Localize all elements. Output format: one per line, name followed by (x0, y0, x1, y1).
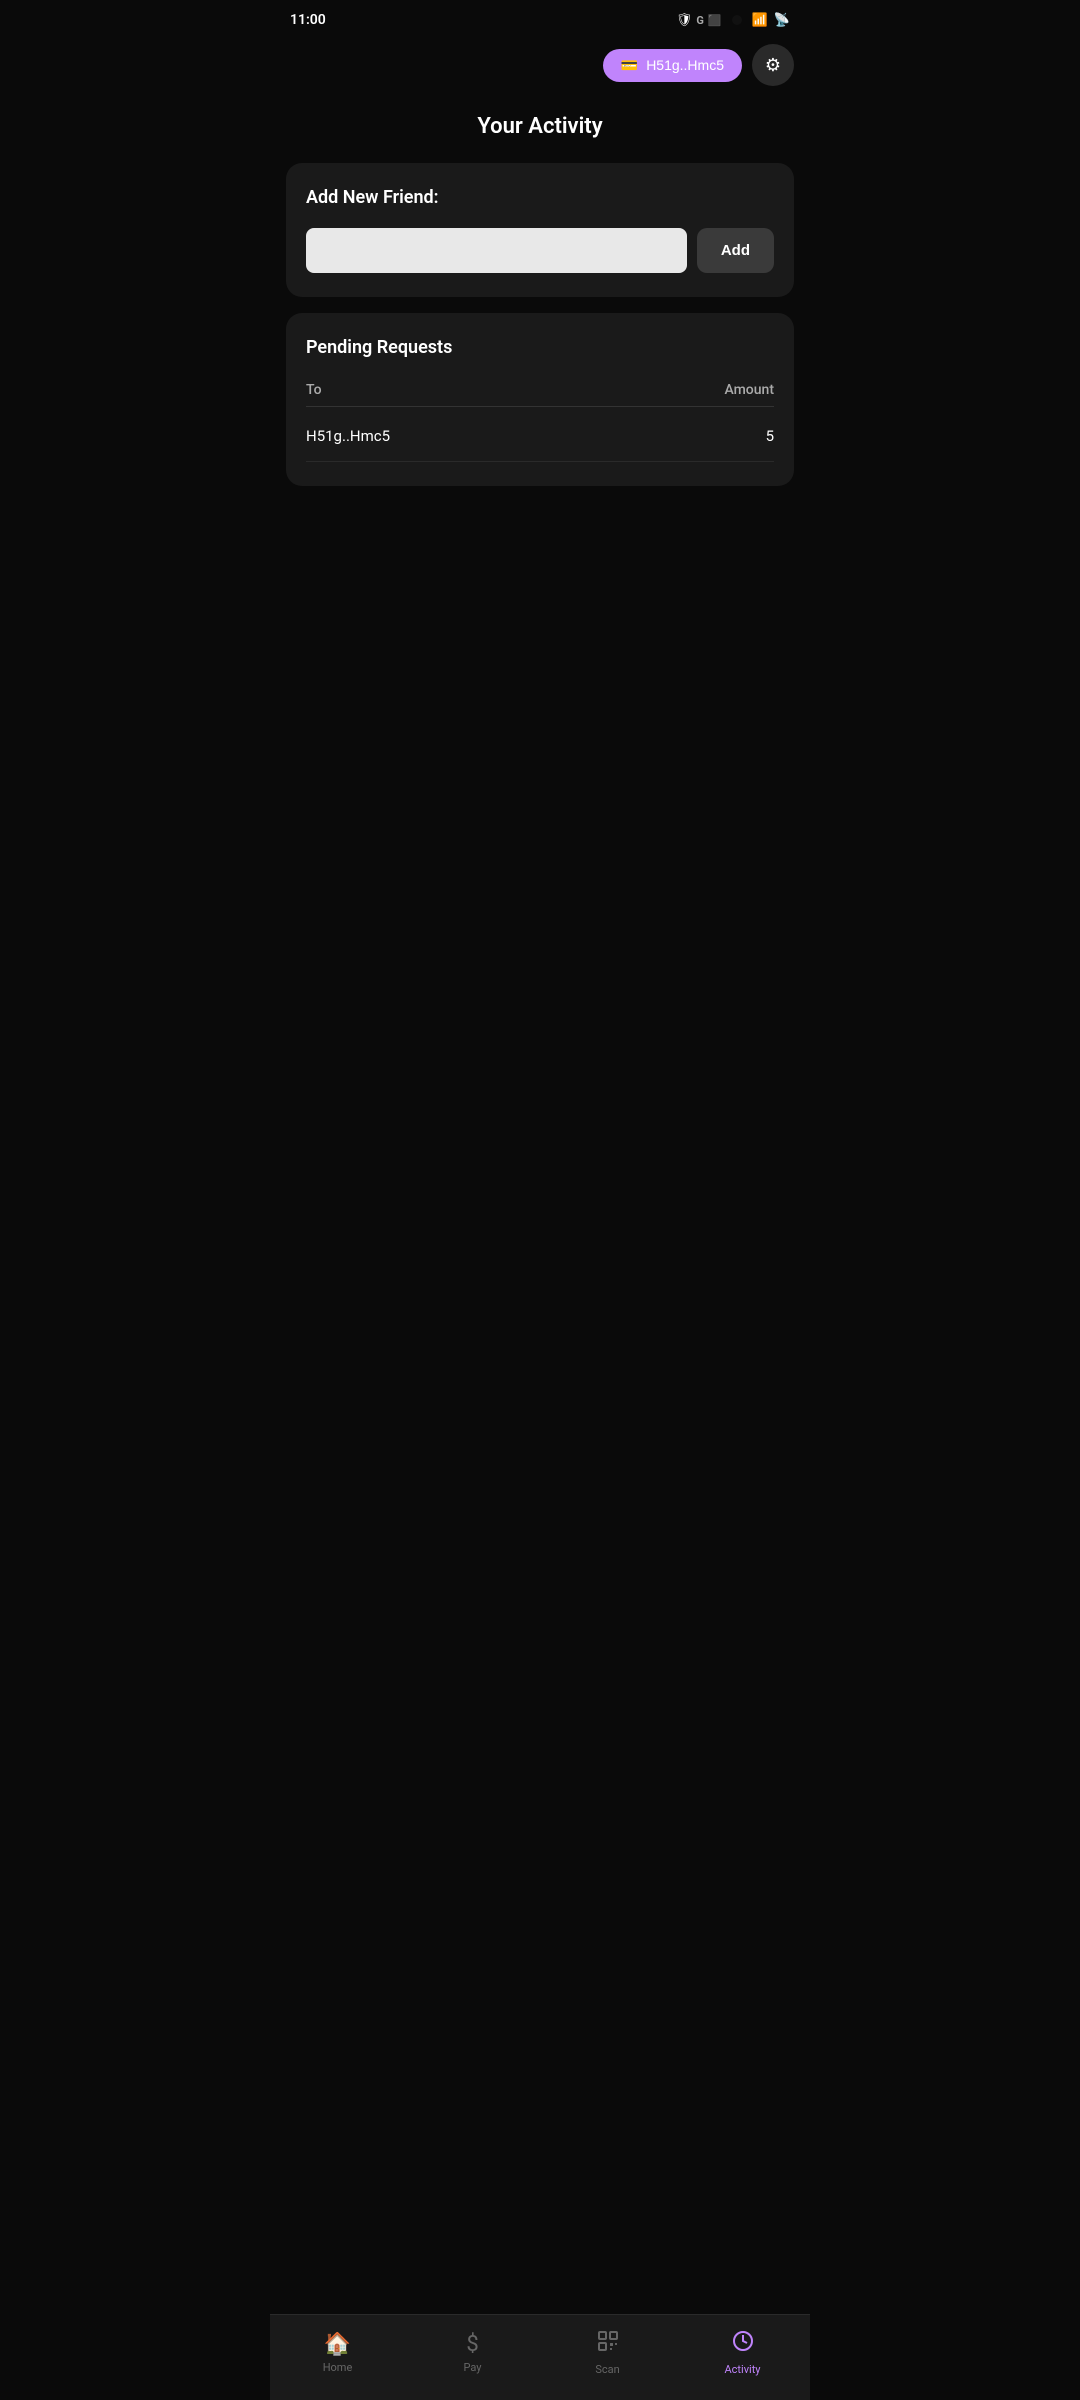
status-bar: 11:00 🛡 G ⬛ 📶 📡 (270, 0, 810, 36)
notification-icons: 🛡 G ⬛ (676, 13, 722, 28)
top-bar: 💳 H51g..Hmc5 ⚙ (270, 36, 810, 94)
row-amount: 5 (766, 427, 774, 445)
nav-item-home[interactable]: 🏠 Home (270, 2328, 405, 2378)
bottom-nav: 🏠 Home $ Pay Scan Activity (270, 2314, 810, 2400)
g-icon: G (696, 14, 704, 27)
home-icon: 🏠 (324, 2332, 351, 2357)
add-friend-row: Add (306, 228, 774, 273)
nav-label-scan: Scan (595, 2363, 619, 2376)
settings-button[interactable]: ⚙ (752, 44, 794, 86)
camera-dot (732, 15, 742, 25)
nav-item-activity[interactable]: Activity (675, 2325, 810, 2380)
settings-icon: ⚙ (765, 55, 781, 76)
pay-icon: $ (466, 2332, 478, 2357)
activity-icon (731, 2329, 755, 2359)
header-to: To (306, 382, 322, 398)
shield-icon: 🛡 (676, 13, 693, 28)
table-row: H51g..Hmc5 5 (306, 411, 774, 462)
nav-item-pay[interactable]: $ Pay (405, 2328, 540, 2378)
nav-label-pay: Pay (464, 2361, 482, 2374)
status-time: 11:00 (290, 12, 326, 28)
table-header: To Amount (306, 374, 774, 407)
nav-label-activity: Activity (724, 2363, 760, 2376)
browser-icon: ⬛ (708, 14, 722, 27)
wallet-icon: 💳 (621, 57, 638, 74)
add-friend-title: Add New Friend: (306, 187, 774, 208)
scan-icon (596, 2329, 620, 2359)
friend-input[interactable] (306, 228, 687, 273)
status-icons: 🛡 G ⬛ 📶 📡 (676, 13, 790, 28)
wallet-address-label: H51g..Hmc5 (646, 57, 724, 73)
nav-item-scan[interactable]: Scan (540, 2325, 675, 2380)
page-title: Your Activity (270, 94, 810, 163)
wifi-icon: 📶 (752, 13, 768, 28)
header-amount: Amount (724, 382, 774, 398)
wallet-button[interactable]: 💳 H51g..Hmc5 (603, 49, 742, 82)
nav-label-home: Home (323, 2361, 353, 2374)
row-to-address: H51g..Hmc5 (306, 427, 390, 445)
pending-requests-card: Pending Requests To Amount H51g..Hmc5 5 (286, 313, 794, 486)
add-button[interactable]: Add (697, 228, 774, 273)
add-friend-card: Add New Friend: Add (286, 163, 794, 297)
main-content: Add New Friend: Add Pending Requests To … (270, 163, 810, 602)
signal-icon: 📡 (774, 13, 790, 28)
pending-requests-title: Pending Requests (306, 337, 774, 358)
